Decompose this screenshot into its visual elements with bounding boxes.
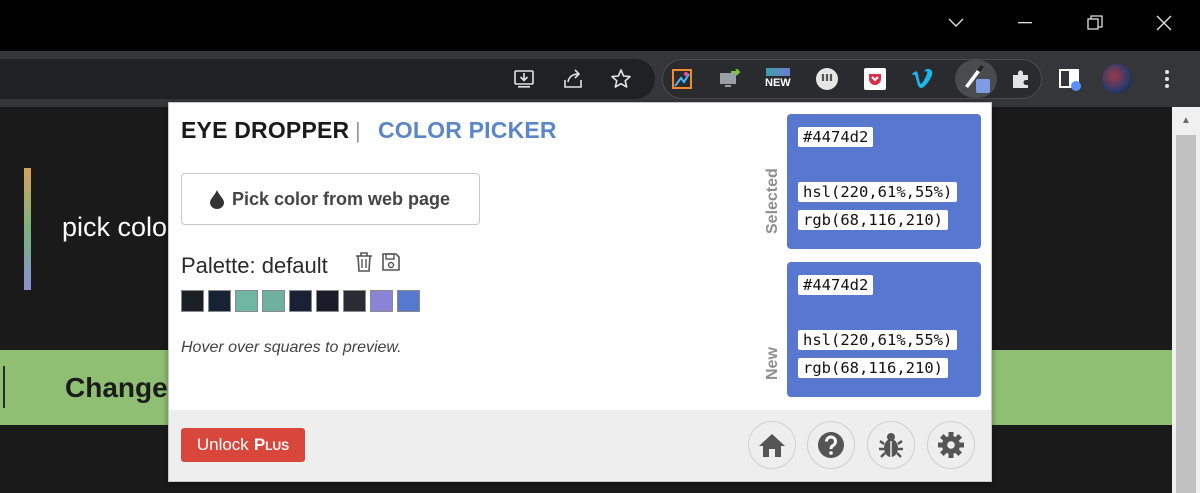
palette-swatch[interactable] — [343, 290, 366, 312]
selected-rgb-value[interactable]: rgb(68,116,210) — [798, 210, 948, 230]
new-hex-value[interactable]: #4474d2 — [798, 275, 874, 295]
profile-avatar[interactable] — [1102, 64, 1132, 94]
chevron-down-icon[interactable] — [933, 0, 979, 46]
news-badge: NEW — [765, 77, 791, 89]
new-label: New — [764, 347, 781, 380]
tab-eye-dropper[interactable]: EYE DROPPER — [181, 117, 349, 144]
side-panel-icon[interactable] — [1055, 64, 1085, 94]
palette-swatch[interactable] — [235, 290, 258, 312]
page-text: pick colo — [62, 212, 168, 242]
window-titlebar — [0, 0, 1200, 51]
extensions-puzzle-icon[interactable] — [1006, 64, 1036, 94]
trash-icon[interactable] — [354, 251, 376, 275]
plus-label: Plus — [253, 435, 290, 454]
new-rgb-value[interactable]: rgb(68,116,210) — [798, 358, 948, 378]
close-icon[interactable] — [1141, 0, 1187, 46]
palette-swatch[interactable] — [397, 290, 420, 312]
new-hsl-value[interactable]: hsl(220,61%,55%) — [798, 330, 958, 350]
palette-swatch[interactable] — [262, 290, 285, 312]
hover-hint: Hover over squares to preview. — [181, 339, 402, 356]
pocket-ext-icon[interactable] — [860, 64, 890, 94]
unlock-label: Unlock — [196, 435, 249, 454]
unlock-plus-button[interactable]: Unlock Plus — [181, 428, 305, 462]
palette-swatch[interactable] — [289, 290, 312, 312]
star-icon[interactable] — [604, 62, 638, 96]
palette-title: Palette: default — [181, 253, 328, 278]
tab-color-picker[interactable]: COLOR PICKER — [378, 117, 557, 144]
palette-swatch[interactable] — [316, 290, 339, 312]
selected-label: Selected — [764, 168, 781, 234]
scroll-up-arrow-icon[interactable]: ▲ — [1177, 112, 1195, 130]
settings-icon[interactable] — [927, 421, 975, 469]
selected-hsl-value[interactable]: hsl(220,61%,55%) — [798, 182, 958, 202]
restore-icon[interactable] — [1072, 0, 1118, 46]
vimeo-ext-icon[interactable] — [908, 64, 938, 94]
selected-color-swatch[interactable]: #4474d2 hsl(220,61%,55%) rgb(68,116,210) — [787, 114, 981, 249]
eye-dropper-ext-icon[interactable] — [961, 64, 991, 94]
more-menu-icon[interactable] — [1150, 62, 1184, 96]
tab-separator: | — [355, 118, 361, 143]
color-picker-ext-icon[interactable] — [667, 64, 697, 94]
share-icon[interactable] — [556, 62, 590, 96]
new-color-swatch[interactable]: #4474d2 hsl(220,61%,55%) rgb(68,116,210) — [787, 262, 981, 397]
eye-dropper-popup: EYE DROPPER | COLOR PICKER Pick color fr… — [168, 102, 992, 482]
pick-color-button[interactable]: Pick color from web page — [181, 173, 480, 225]
gradient-bar — [24, 168, 31, 290]
screen-share-ext-icon[interactable] — [716, 64, 746, 94]
home-icon[interactable] — [748, 421, 796, 469]
banner-text: Change — [65, 372, 168, 403]
droplet-icon — [210, 189, 224, 209]
bug-icon[interactable] — [867, 421, 915, 469]
palette-swatch[interactable] — [370, 290, 393, 312]
help-icon[interactable] — [807, 421, 855, 469]
popup-footer: Unlock Plus — [169, 410, 991, 481]
scrollbar-thumb[interactable] — [1176, 135, 1196, 493]
palette-swatches — [181, 290, 420, 312]
banner-divider — [3, 366, 5, 408]
news-ext-icon[interactable]: NEW — [763, 64, 793, 94]
selected-hex-value[interactable]: #4474d2 — [798, 127, 874, 147]
minimize-icon[interactable] — [1002, 0, 1048, 46]
save-icon[interactable] — [381, 251, 403, 275]
palette-swatch[interactable] — [181, 290, 204, 312]
palette-swatch[interactable] — [208, 290, 231, 312]
pick-color-label: Pick color from web page — [232, 188, 451, 209]
uu-ext-icon[interactable] — [812, 64, 842, 94]
install-icon[interactable] — [507, 62, 541, 96]
